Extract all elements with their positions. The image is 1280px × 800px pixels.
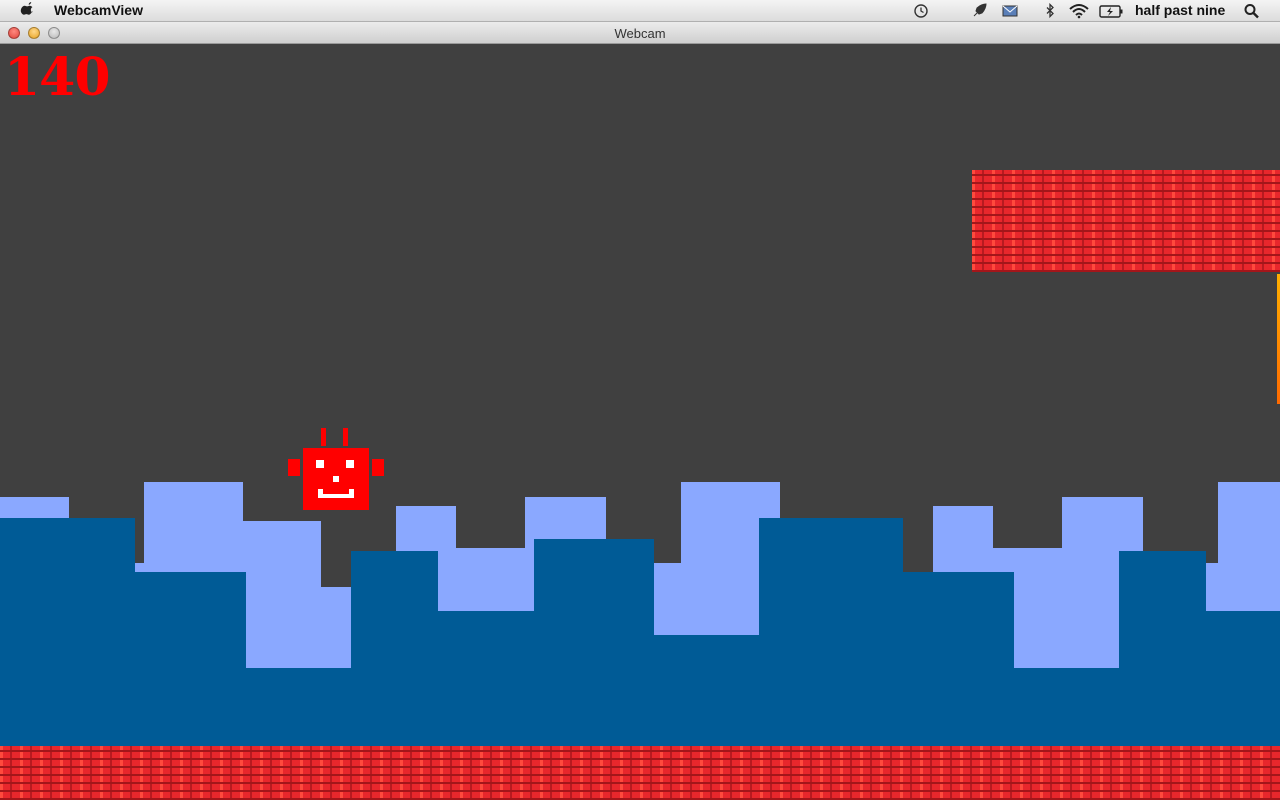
search-icon[interactable] xyxy=(1243,3,1261,19)
timemachine-icon[interactable] xyxy=(912,3,930,19)
app-menu-name[interactable]: WebcamView xyxy=(54,2,143,18)
wifi-icon[interactable] xyxy=(1068,3,1090,19)
window-title-bar[interactable]: Webcam xyxy=(0,22,1280,44)
bluetooth-icon[interactable] xyxy=(1041,3,1059,19)
menu-bar: WebcamView half past nine xyxy=(0,0,1280,22)
brick-floor xyxy=(0,746,1280,800)
apple-icon[interactable] xyxy=(20,2,36,19)
mail-icon[interactable] xyxy=(1001,3,1019,19)
rocket-icon[interactable] xyxy=(970,3,988,19)
score-counter: 140 xyxy=(4,47,111,108)
robot-player[interactable] xyxy=(288,428,384,510)
city-skyline xyxy=(0,482,1280,747)
battery-icon[interactable] xyxy=(1098,3,1124,19)
window-title: Webcam xyxy=(614,26,666,41)
brick-obstacle-upper xyxy=(972,170,1280,272)
menu-clock[interactable]: half past nine xyxy=(1135,2,1225,18)
game-canvas[interactable]: 140 xyxy=(0,44,1280,800)
